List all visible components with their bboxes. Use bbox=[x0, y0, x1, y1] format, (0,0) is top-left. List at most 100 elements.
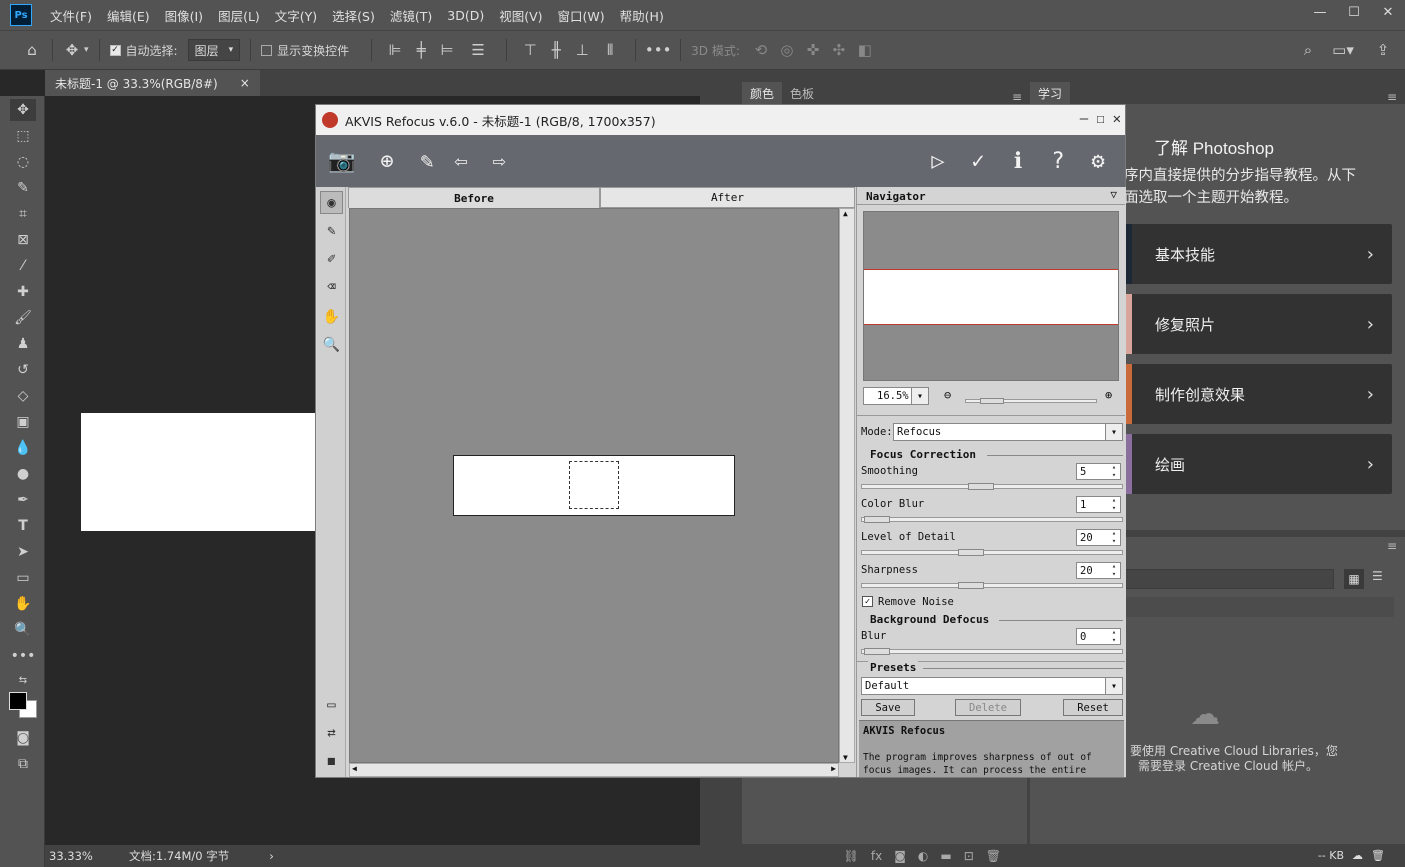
distribute-icon[interactable]: ☰ bbox=[460, 41, 496, 59]
scroll-left-icon[interactable]: ◀ bbox=[352, 764, 357, 773]
collapse-icon[interactable]: ▽ bbox=[1110, 188, 1117, 201]
sharpness-input[interactable]: 20 bbox=[1076, 562, 1121, 579]
maximize-icon[interactable]: ☐ bbox=[1096, 111, 1104, 127]
slider-knob[interactable] bbox=[958, 582, 984, 589]
menu-edit[interactable]: 编辑(E) bbox=[107, 6, 150, 25]
pencil-tool-icon[interactable]: ✎ bbox=[320, 219, 343, 242]
settings-gear-icon[interactable]: ⚙ bbox=[1081, 144, 1115, 178]
close-icon[interactable]: ✕ bbox=[1371, 0, 1405, 24]
status-menu-arrow[interactable]: › bbox=[269, 849, 274, 863]
type-tool-icon[interactable]: T bbox=[10, 515, 36, 537]
menu-help[interactable]: 帮助(H) bbox=[620, 6, 664, 25]
quick-mask-icon[interactable]: ◙ bbox=[10, 727, 36, 749]
menu-file[interactable]: 文件(F) bbox=[50, 6, 92, 25]
history-brush-tool-icon[interactable]: ↺ bbox=[10, 359, 36, 381]
delete-preset-button[interactable]: Delete bbox=[955, 699, 1021, 716]
mode-dropdown[interactable]: Refocus bbox=[893, 423, 1123, 441]
color-blur-slider[interactable] bbox=[861, 516, 1123, 523]
gradient-tool-icon[interactable]: ▣ bbox=[10, 411, 36, 433]
hand-tool-icon[interactable]: ✋ bbox=[320, 305, 343, 328]
brush-tool-icon[interactable]: 🖌 bbox=[10, 307, 36, 329]
smoothing-input[interactable]: 5 bbox=[1076, 463, 1121, 480]
help-icon[interactable]: ? bbox=[1041, 144, 1075, 178]
eraser-tool-icon[interactable]: ◇ bbox=[10, 385, 36, 407]
remove-noise-checkbox[interactable]: ✓ bbox=[862, 596, 873, 607]
view-compare-icon[interactable]: ⇄ bbox=[320, 721, 343, 744]
dodge-tool-icon[interactable]: ● bbox=[10, 463, 36, 485]
vertical-scrollbar[interactable]: ▲ ▼ bbox=[839, 208, 855, 763]
home-icon[interactable]: ⌂ bbox=[22, 41, 42, 59]
share-icon[interactable]: ⇪ bbox=[1373, 41, 1393, 59]
panel-menu-icon[interactable]: ≡ bbox=[1012, 90, 1022, 104]
3d-camera-icon[interactable]: ◧ bbox=[852, 41, 878, 59]
path-select-tool-icon[interactable]: ➤ bbox=[10, 541, 36, 563]
run-icon[interactable]: ▷ bbox=[921, 144, 955, 178]
learn-item-fix-photos[interactable]: 修复照片 › bbox=[1120, 294, 1392, 354]
menu-layer[interactable]: 图层(L) bbox=[218, 6, 260, 25]
stamp-tool-icon[interactable]: ♟ bbox=[10, 333, 36, 355]
zoom-in-icon[interactable]: ⊕ bbox=[1105, 388, 1112, 402]
tab-after[interactable]: After bbox=[600, 187, 855, 208]
adjustment-icon[interactable]: ◐ bbox=[918, 849, 928, 863]
tab-before[interactable]: Before bbox=[348, 187, 600, 208]
marquee-tool-icon[interactable]: ⬚ bbox=[10, 125, 36, 147]
learn-item-creative-effects[interactable]: 制作创意效果 › bbox=[1120, 364, 1392, 424]
navigator-view-frame[interactable] bbox=[864, 269, 1118, 325]
sharpness-slider[interactable] bbox=[861, 582, 1123, 589]
foreground-color-swatch[interactable] bbox=[9, 692, 27, 710]
slider-knob[interactable] bbox=[958, 549, 984, 556]
lasso-tool-icon[interactable]: ◌ bbox=[10, 151, 36, 173]
view-single-icon[interactable]: ▭ bbox=[320, 693, 343, 716]
quick-select-tool-icon[interactable]: ✎ bbox=[10, 177, 36, 199]
healing-brush-tool-icon[interactable]: ✚ bbox=[10, 281, 36, 303]
align-bottom-icon[interactable]: ⊥ bbox=[569, 41, 595, 59]
horizontal-scrollbar[interactable]: ◀ ▶ bbox=[349, 763, 839, 777]
trash-icon[interactable]: 🗑 bbox=[1371, 849, 1385, 862]
library-dropdown[interactable] bbox=[1124, 569, 1334, 589]
3d-orbit-icon[interactable]: ⟲ bbox=[748, 41, 774, 59]
preview-image[interactable] bbox=[453, 455, 735, 516]
fx-icon[interactable]: fx bbox=[871, 849, 882, 863]
maximize-icon[interactable]: ☐ bbox=[1337, 0, 1371, 24]
zoom-level[interactable]: 33.33% bbox=[49, 849, 129, 863]
blur-slider[interactable] bbox=[861, 648, 1123, 655]
view-background-icon[interactable]: ◼ bbox=[320, 749, 343, 772]
dialog-title-bar[interactable]: AKVIS Refocus v.6.0 - 未标题-1 (RGB/8, 1700… bbox=[316, 105, 1125, 135]
mask-icon[interactable]: ◙ bbox=[894, 849, 906, 863]
close-tab-icon[interactable]: × bbox=[240, 76, 250, 90]
show-transform-checkbox[interactable] bbox=[261, 44, 273, 56]
panel-menu-icon[interactable]: ≡ bbox=[1387, 539, 1397, 553]
image-preview-area[interactable] bbox=[349, 208, 839, 763]
close-icon[interactable]: ✕ bbox=[1113, 111, 1121, 127]
frame-tool-icon[interactable]: ⊠ bbox=[10, 229, 36, 251]
level-of-detail-slider[interactable] bbox=[861, 549, 1123, 556]
apply-icon[interactable]: ✓ bbox=[961, 144, 995, 178]
cloud-sync-icon[interactable]: ☁ bbox=[1352, 849, 1363, 862]
back-arrow-icon[interactable]: ⇦ bbox=[444, 144, 478, 178]
scroll-down-icon[interactable]: ▼ bbox=[843, 753, 848, 762]
zoom-slider-knob[interactable] bbox=[980, 398, 1004, 404]
document-tab[interactable]: 未标题-1 @ 33.3%(RGB/8#) × bbox=[45, 70, 260, 96]
blur-tool-icon[interactable]: 💧 bbox=[10, 437, 36, 459]
minimize-icon[interactable]: — bbox=[1080, 111, 1088, 127]
minimize-icon[interactable]: — bbox=[1303, 0, 1337, 24]
menu-window[interactable]: 窗口(W) bbox=[558, 6, 605, 25]
preview-selection-box[interactable] bbox=[569, 461, 619, 509]
menu-filter[interactable]: 滤镜(T) bbox=[390, 6, 432, 25]
navigator-zoom-dropdown[interactable]: 16.5% bbox=[863, 387, 929, 405]
align-middle-icon[interactable]: ╫ bbox=[543, 41, 569, 59]
tab-swatches[interactable]: 色板 bbox=[782, 82, 822, 104]
zoom-tool-icon[interactable]: 🔍 bbox=[320, 333, 343, 356]
reset-preset-button[interactable]: Reset bbox=[1063, 699, 1123, 716]
slider-knob[interactable] bbox=[968, 483, 994, 490]
panel-menu-icon[interactable]: ≡ bbox=[1387, 90, 1397, 104]
rectangle-tool-icon[interactable]: ▭ bbox=[10, 567, 36, 589]
save-preset-button[interactable]: Save bbox=[861, 699, 915, 716]
align-right-icon[interactable]: ⊨ bbox=[434, 41, 460, 59]
navigator-header[interactable]: Navigator ▽ bbox=[857, 187, 1125, 205]
tab-color[interactable]: 颜色 bbox=[742, 82, 783, 104]
crop-tool-icon[interactable]: ⌗ bbox=[10, 203, 36, 225]
eyedropper-tool-icon[interactable]: ⁄ bbox=[10, 255, 36, 277]
3d-roll-icon[interactable]: ◎ bbox=[774, 41, 800, 59]
color-blur-input[interactable]: 1 bbox=[1076, 496, 1121, 513]
